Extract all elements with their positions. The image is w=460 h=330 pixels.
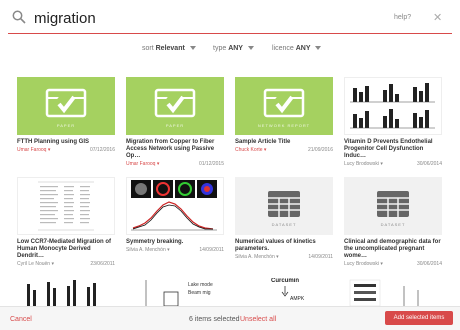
- card-title[interactable]: Symmetry breaking.: [126, 239, 224, 246]
- chevron-down-icon: [247, 46, 254, 51]
- card-title[interactable]: Migration from Copper to Fiber Access Ne…: [126, 139, 224, 160]
- card-title[interactable]: Numerical values of kinetics parameters.: [235, 239, 333, 253]
- card-thumbnail: PAPER: [126, 77, 224, 135]
- search-bar: help? ✕: [0, 0, 460, 36]
- card-title[interactable]: FTTH Planning using GIS: [17, 139, 115, 146]
- card-thumbnail: [126, 177, 224, 235]
- search-underline: [8, 33, 452, 34]
- card-author[interactable]: Silvia A. Menchón ▾: [235, 254, 279, 260]
- card-author[interactable]: Silvia A. Menchón ▾: [126, 247, 170, 253]
- result-card[interactable]: Vitamin D Prevents Endothelial Progenito…: [344, 77, 442, 167]
- selection-footer: Cancel 6 items selected Unselect all Add…: [0, 306, 460, 330]
- diagram-label: AMPK: [290, 296, 305, 302]
- table-figure-thumbnail: [38, 181, 94, 231]
- result-card[interactable]: DATASET Clinical and demographic data fo…: [344, 177, 442, 267]
- cancel-link[interactable]: Cancel: [10, 316, 32, 323]
- card-date: 14/09/2011: [308, 254, 333, 260]
- card-thumbnail: [17, 177, 115, 235]
- card-thumbnail: PAPER: [17, 77, 115, 135]
- figure-legend-label: Lake mode: [188, 282, 213, 288]
- close-icon[interactable]: ✕: [433, 11, 442, 24]
- result-card[interactable]: DATASET Numerical values of kinetics par…: [235, 177, 333, 260]
- card-title[interactable]: Clinical and demographic data for the un…: [344, 239, 442, 260]
- bar-figure-thumbnail: [350, 83, 435, 129]
- chevron-down-icon: [315, 46, 322, 51]
- badge-label: PAPER: [56, 123, 76, 128]
- result-card[interactable]: Symmetry breaking. Silvia A. Menchón ▾ 1…: [126, 177, 224, 253]
- badge-label: DATASET: [271, 222, 297, 227]
- card-thumbnail: DATASET: [235, 177, 333, 235]
- card-author[interactable]: Lucy Brodowski ▾: [344, 161, 383, 167]
- card-date: 23/06/2011: [90, 261, 115, 267]
- selected-count: 6 items selected: [189, 316, 240, 323]
- card-date: 21/09/2016: [307, 147, 333, 153]
- result-card[interactable]: PAPER Migration from Copper to Fiber Acc…: [126, 77, 224, 167]
- card-date: 07/12/2016: [89, 147, 115, 153]
- card-title[interactable]: Low CCR7-Mediated Migration of Human Mon…: [17, 239, 115, 260]
- search-input[interactable]: [34, 6, 334, 30]
- card-author[interactable]: Umar Farooq ▾: [126, 161, 159, 167]
- licence-filter-value: ANY: [295, 45, 311, 52]
- filter-bar: sort Relevant type ANY licence ANY: [0, 45, 460, 57]
- result-card[interactable]: NETWORK REPORT Sample Article Title Chuc…: [235, 77, 333, 153]
- type-filter-label: type: [213, 45, 227, 52]
- bar-figure-thumbnail: [27, 280, 96, 306]
- card-author[interactable]: Umar Farooq ▾: [17, 147, 50, 153]
- card-thumbnail: NETWORK REPORT: [235, 77, 333, 135]
- badge-label: NETWORK REPORT: [257, 123, 311, 128]
- card-title[interactable]: Sample Article Title: [235, 139, 333, 146]
- type-filter[interactable]: type ANY: [213, 45, 254, 52]
- sort-filter[interactable]: sort Relevant: [142, 45, 196, 52]
- help-link[interactable]: help?: [394, 14, 411, 21]
- sort-filter-value: Relevant: [155, 45, 185, 52]
- card-date: 30/06/2014: [416, 161, 442, 167]
- result-card[interactable]: PAPER FTTH Planning using GIS Umar Faroo…: [17, 77, 115, 153]
- sort-filter-label: sort: [142, 45, 154, 52]
- card-author[interactable]: Lucy Brodowski ▾: [344, 261, 383, 267]
- card-author[interactable]: Chuck Korte ▾: [235, 147, 266, 153]
- card-thumbnail: DATASET: [344, 177, 442, 235]
- unselect-all-link[interactable]: Unselect all: [240, 316, 276, 323]
- result-card[interactable]: Low CCR7-Mediated Migration of Human Mon…: [17, 177, 115, 267]
- result-card[interactable]: Lake mode Beam mig: [126, 278, 224, 306]
- badge-label: DATASET: [380, 222, 406, 227]
- badge-label: PAPER: [165, 123, 185, 128]
- licence-filter[interactable]: licence ANY: [272, 45, 322, 52]
- card-author[interactable]: Cyril Le Nouën ▾: [17, 261, 54, 267]
- chevron-down-icon: [189, 46, 196, 51]
- type-filter-value: ANY: [228, 45, 243, 52]
- card-thumbnail: [344, 77, 442, 135]
- microscopy-figure-thumbnail: [131, 180, 217, 231]
- card-date: 01/12/2015: [198, 161, 224, 167]
- blot-figure-thumbnail: [349, 279, 419, 306]
- figure-legend-label: Beam mig: [188, 290, 211, 296]
- card-date: 14/09/2011: [199, 247, 224, 253]
- result-card[interactable]: [344, 278, 442, 306]
- add-selected-button[interactable]: Add selected items: [385, 311, 453, 325]
- diagram-label: Curcumin: [271, 278, 300, 284]
- card-date: 30/06/2014: [416, 261, 442, 267]
- search-icon: [12, 10, 26, 24]
- card-title[interactable]: Vitamin D Prevents Endothelial Progenito…: [344, 139, 442, 160]
- result-card[interactable]: [17, 278, 115, 306]
- licence-filter-label: licence: [272, 45, 294, 52]
- result-card[interactable]: Curcumin AMPK: [235, 278, 333, 306]
